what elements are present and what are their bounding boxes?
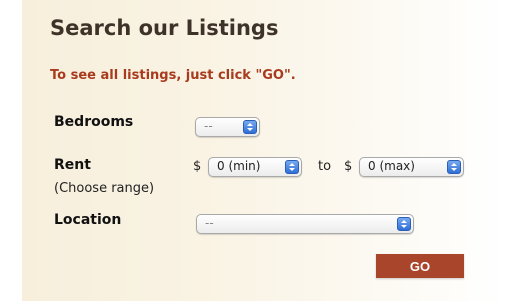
rent-min-select[interactable]: 0 (min) [208,157,302,177]
range-to-text: to [318,159,332,174]
location-select[interactable]: -- [196,214,414,234]
select-arrows-icon [243,120,257,134]
currency-symbol-min: $ [193,159,202,174]
rent-label: Rent [54,157,91,173]
rent-max-value: 0 (max) [368,159,415,173]
location-label: Location [54,212,122,228]
page-title: Search our Listings [50,16,279,40]
select-arrows-icon [285,160,299,174]
currency-symbol-max: $ [344,159,353,174]
location-select-value: -- [205,216,214,230]
bedrooms-label: Bedrooms [54,114,134,130]
select-arrows-icon [447,160,461,174]
rent-range-hint: (Choose range) [54,181,155,196]
bedrooms-select[interactable]: -- [195,117,260,137]
bedrooms-select-value: -- [204,119,213,133]
instruction-text: To see all listings, just click "GO". [50,68,296,83]
rent-min-value: 0 (min) [217,159,261,173]
rent-max-select[interactable]: 0 (max) [359,157,464,177]
select-arrows-icon [397,217,411,231]
go-button[interactable]: GO [376,254,464,278]
